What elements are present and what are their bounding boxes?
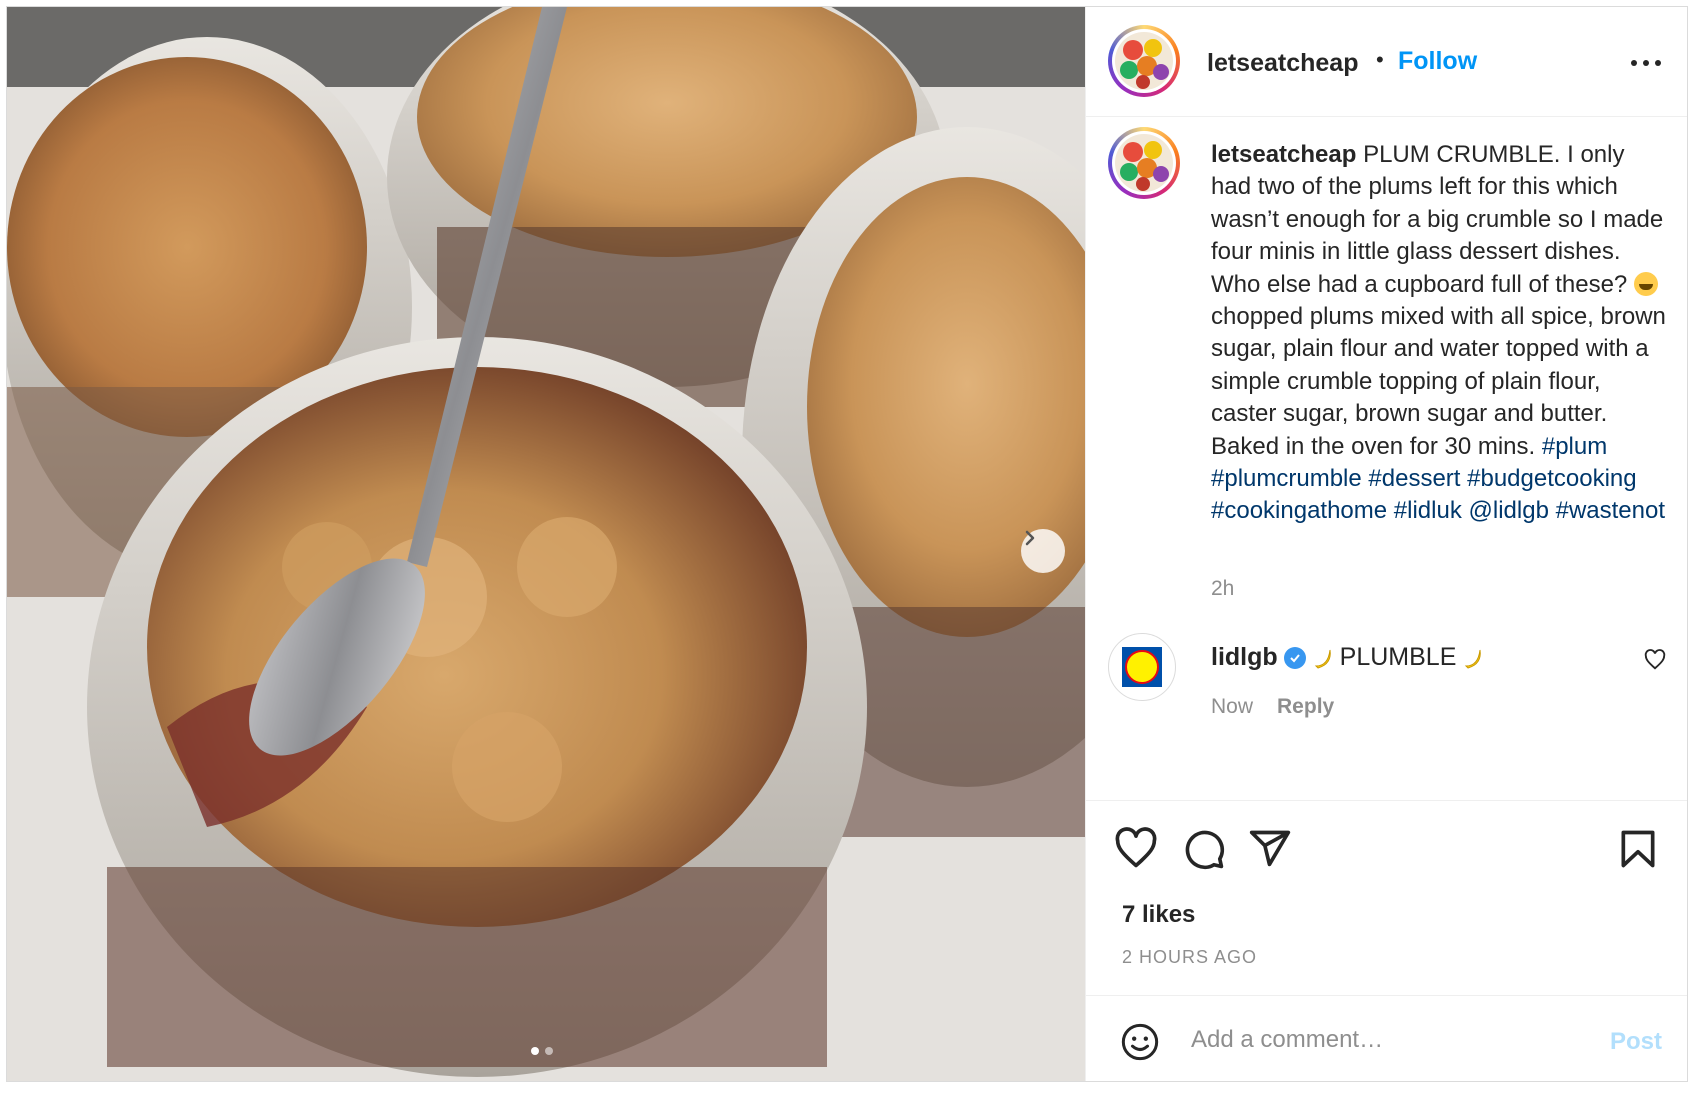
more-dot [1643, 60, 1649, 66]
banana-emoji-icon [1314, 649, 1331, 669]
grinning-squinting-face-icon [1633, 271, 1658, 296]
post-actions: 7 likes 2 HOURS AGO [1086, 800, 1687, 984]
hashtag-link[interactable]: #wastenot [1556, 497, 1665, 524]
crumble-photo [7, 7, 1085, 1081]
hashtag-link[interactable]: #cookingathome [1211, 497, 1387, 524]
author-username[interactable]: letseatcheap [1207, 49, 1358, 78]
author-avatar[interactable] [1108, 25, 1180, 97]
carousel-next-button[interactable] [1021, 529, 1065, 573]
likes-count[interactable]: 7 likes [1122, 901, 1195, 929]
caption-text: letseatcheap PLUM CRUMBLE. I only had tw… [1211, 139, 1671, 528]
carousel-indicator [531, 1047, 553, 1055]
share-paper-plane-icon[interactable] [1248, 827, 1292, 871]
lidl-logo-icon [1122, 647, 1162, 687]
more-options-button[interactable] [1626, 53, 1666, 73]
commenter-avatar[interactable] [1108, 633, 1176, 701]
like-heart-icon[interactable] [1114, 827, 1158, 871]
banana-emoji-icon [1465, 649, 1482, 669]
post-image[interactable] [7, 7, 1085, 1081]
hashtag-link[interactable]: #budgetcooking [1467, 465, 1636, 492]
add-comment-input[interactable] [1191, 1018, 1591, 1062]
post-comment-button[interactable]: Post [1610, 1028, 1662, 1056]
mention-link[interactable]: @lidlgb [1469, 497, 1549, 524]
comment-timestamp[interactable]: Now [1211, 695, 1253, 719]
save-bookmark-icon[interactable] [1616, 827, 1660, 871]
header-separator: • [1376, 47, 1384, 72]
avatar-image [1115, 134, 1173, 192]
caption-timestamp[interactable]: 2h [1211, 577, 1234, 601]
follow-button[interactable]: Follow [1398, 47, 1477, 76]
post-timestamp[interactable]: 2 HOURS AGO [1122, 947, 1257, 968]
avatar-image [1115, 32, 1173, 90]
more-dot [1631, 60, 1637, 66]
post-header: letseatcheap • Follow [1086, 7, 1687, 117]
hashtag-link[interactable]: #dessert [1368, 465, 1460, 492]
hashtag-link[interactable]: #plumcrumble [1211, 465, 1362, 492]
post-side-panel: letseatcheap • Follow letseatcheap PLUM … [1085, 7, 1687, 1081]
commenter-username[interactable]: lidlgb [1211, 643, 1278, 672]
hashtag-link[interactable]: #lidluk [1394, 497, 1462, 524]
reply-button[interactable]: Reply [1277, 695, 1334, 719]
verified-badge-icon [1283, 646, 1306, 669]
chevron-right-icon [1025, 530, 1035, 546]
comment-meta: Now Reply [1211, 695, 1334, 719]
carousel-dot-active [531, 1047, 539, 1055]
caption-username[interactable]: letseatcheap [1211, 141, 1356, 168]
emoji-smiley-icon[interactable] [1120, 1022, 1160, 1062]
comment-line: lidlgb PLUMBLE [1211, 643, 1484, 672]
caption-author-avatar[interactable] [1108, 127, 1180, 199]
comment-like-heart-icon[interactable] [1644, 649, 1666, 671]
add-comment-bar: Post [1086, 995, 1687, 1081]
comment-bubble-icon[interactable] [1182, 827, 1226, 871]
comment-body: PLUMBLE [1339, 643, 1457, 671]
post-container: letseatcheap • Follow letseatcheap PLUM … [6, 6, 1688, 1082]
hashtag-link[interactable]: #plum [1542, 433, 1607, 460]
carousel-dot [545, 1047, 553, 1055]
more-dot [1655, 60, 1661, 66]
